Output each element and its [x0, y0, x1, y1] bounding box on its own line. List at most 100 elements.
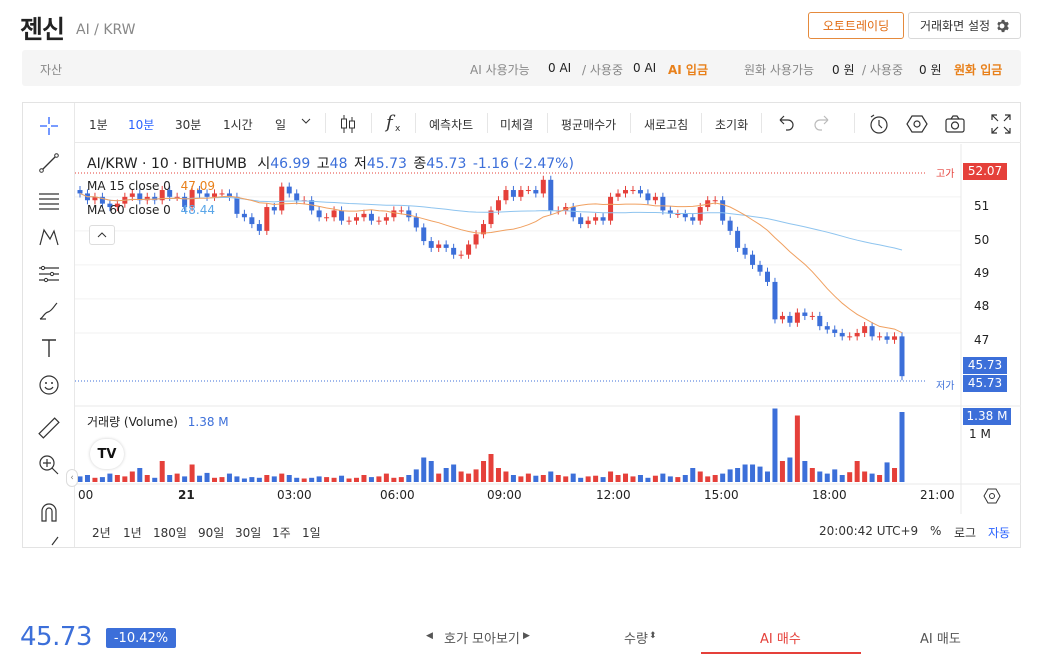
low-price-badge: 45.73	[963, 375, 1007, 392]
candle-body	[279, 186, 285, 211]
volume-bar	[892, 468, 898, 482]
toolbar-divider	[415, 113, 416, 133]
range-2y[interactable]: 2년	[92, 524, 111, 541]
sort-icon[interactable]: ⬍	[649, 631, 657, 641]
percent-scale-toggle[interactable]: %	[930, 524, 941, 538]
volume-bar	[488, 454, 494, 482]
price-chart[interactable]	[75, 144, 1021, 514]
emoji-icon[interactable]	[36, 372, 62, 398]
avg-price-button[interactable]: 평균매수가	[561, 116, 616, 133]
zoom-in-icon[interactable]	[36, 452, 62, 478]
candle-body	[600, 217, 606, 221]
candle-body	[413, 217, 419, 228]
fullscreen-icon[interactable]	[990, 113, 1012, 135]
alert-clock-icon[interactable]	[868, 113, 890, 135]
volume-bar	[555, 475, 561, 482]
settings-hex-icon[interactable]	[906, 113, 928, 135]
sell-tab[interactable]: AI 매도	[920, 628, 961, 647]
candle-body	[824, 326, 830, 330]
crosshair-icon[interactable]	[36, 113, 62, 139]
chevron-down-icon[interactable]	[299, 114, 313, 128]
candle-body	[892, 336, 898, 340]
range-180d[interactable]: 180일	[153, 524, 187, 541]
candle-body	[764, 271, 770, 282]
y-tick: 48	[974, 299, 990, 313]
magnet-icon[interactable]	[36, 499, 62, 525]
candles-icon[interactable]	[337, 113, 359, 135]
ruler-icon[interactable]	[36, 415, 62, 441]
coin-name: 젠신	[20, 15, 65, 44]
x-tick: 09:00	[487, 488, 522, 502]
volume-bar	[77, 476, 83, 482]
redo-icon[interactable]	[812, 113, 834, 135]
indicators-fx-icon[interactable]: f	[386, 112, 393, 133]
scroll-left-handle[interactable]: ‹	[66, 469, 78, 487]
volume-legend: 거래량 (Volume) 1.38 M	[87, 413, 229, 430]
range-1y[interactable]: 1년	[123, 524, 142, 541]
auto-scale-toggle[interactable]: 자동	[988, 524, 1010, 541]
buy-tab[interactable]: AI 매수	[760, 628, 801, 647]
candle-body	[862, 326, 868, 333]
refresh-button[interactable]: 새로고침	[644, 116, 688, 133]
interval-30m[interactable]: 30분	[175, 116, 201, 133]
x-tick: 18:00	[812, 488, 847, 502]
volume-bar	[383, 473, 389, 482]
range-1w[interactable]: 1주	[272, 524, 291, 541]
autotrading-button[interactable]: 오토트레이딩	[808, 12, 904, 39]
candle-body	[847, 336, 853, 338]
coin-used: 0 AI	[633, 61, 657, 75]
caret-right-icon[interactable]: ▶	[523, 631, 530, 641]
unfilled-orders-button[interactable]: 미체결	[500, 116, 533, 133]
coin-deposit-link[interactable]: AI 입금	[668, 61, 708, 78]
last-price-badge: 45.73	[963, 357, 1007, 374]
reset-button[interactable]: 초기화	[715, 116, 748, 133]
volume-label: 거래량 (Volume)	[87, 415, 178, 429]
volume-bar	[787, 457, 793, 482]
pattern-icon[interactable]	[36, 224, 62, 250]
candle-body	[735, 230, 741, 248]
screen-settings-button[interactable]: 거래화면 설정	[908, 12, 1021, 39]
volume-bar	[862, 471, 868, 482]
volume-bar	[809, 468, 815, 482]
fib-lines-icon[interactable]	[36, 187, 62, 213]
ma60-label: MA 60 close 0	[87, 203, 171, 217]
axis-settings-icon[interactable]	[983, 487, 1001, 505]
range-30d[interactable]: 30일	[235, 524, 261, 541]
volume-bar	[197, 475, 203, 482]
range-90d[interactable]: 90일	[198, 524, 224, 541]
volume-bar	[727, 469, 733, 482]
volume-bar	[212, 477, 218, 482]
caret-left-icon[interactable]: ◀	[426, 631, 433, 641]
interval-10m[interactable]: 10분	[128, 116, 154, 133]
interval-1h[interactable]: 1시간	[223, 116, 253, 133]
volume-bar	[899, 412, 905, 482]
volume-bar	[368, 477, 374, 482]
brush-icon[interactable]	[36, 298, 62, 324]
camera-icon[interactable]	[944, 113, 966, 135]
candle-body	[794, 312, 800, 323]
interval-1m[interactable]: 1분	[89, 116, 108, 133]
interval-day[interactable]: 일	[275, 116, 286, 133]
candle-body	[727, 220, 733, 231]
coin-available: 0 AI	[548, 61, 572, 75]
pencil-icon[interactable]	[36, 535, 62, 547]
krw-used-sep: / 사용중	[862, 63, 903, 77]
collapse-legend-button[interactable]	[89, 225, 115, 245]
range-1d[interactable]: 1일	[302, 524, 321, 541]
candle-body	[241, 213, 247, 218]
trend-line-icon[interactable]	[36, 150, 62, 176]
krw-deposit-link[interactable]: 원화 입금	[954, 61, 1002, 78]
volume-bar	[129, 471, 135, 482]
volume-bar	[794, 415, 800, 482]
candle-body	[294, 193, 300, 201]
text-tool-icon[interactable]	[36, 335, 62, 361]
quantity-sort[interactable]: 수량	[624, 628, 648, 647]
change-badge: -10.42%	[106, 628, 176, 648]
log-scale-toggle[interactable]: 로그	[954, 524, 976, 541]
projection-icon[interactable]	[36, 261, 62, 287]
forecast-chart-button[interactable]: 예측차트	[429, 116, 473, 133]
orderbook-toggle[interactable]: 호가 모아보기	[444, 628, 520, 647]
undo-icon[interactable]	[774, 113, 796, 135]
volume-bar	[884, 462, 890, 482]
x-tick: 21	[178, 488, 195, 502]
